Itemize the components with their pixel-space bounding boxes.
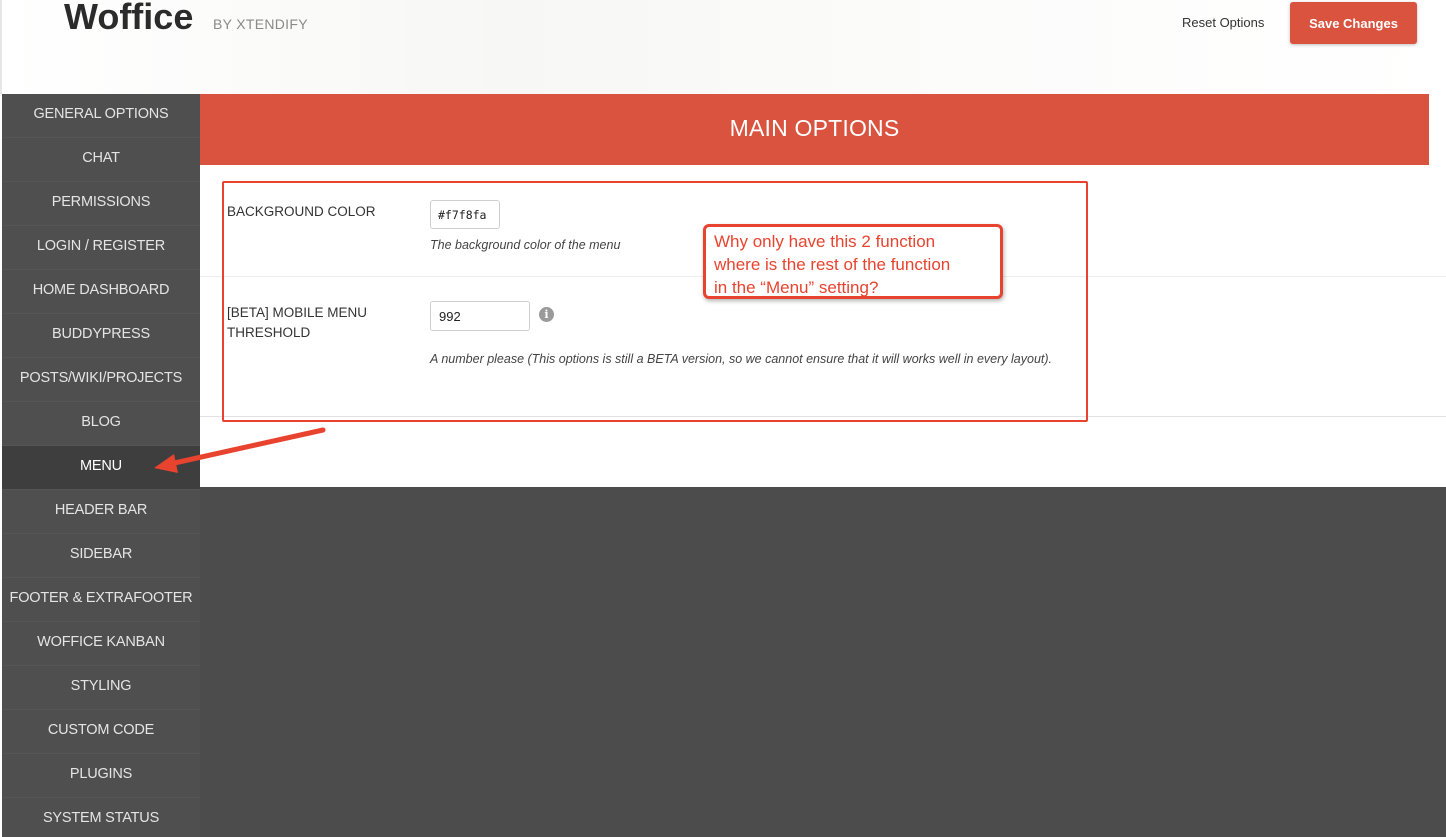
annotation-highlight-box <box>222 181 1088 422</box>
logo: Woffice <box>64 0 194 37</box>
annotation-line1: Why only have this 2 function <box>714 232 936 251</box>
sidebar-item-header-bar[interactable]: HEADER BAR <box>2 490 200 534</box>
sidebar-item-general-options[interactable]: GENERAL OPTIONS <box>2 94 200 138</box>
sidebar-item-posts-wiki-projects[interactable]: POSTS/WIKI/PROJECTS <box>2 358 200 402</box>
page: Woffice BY XTENDIFY Reset Options Save C… <box>0 0 1446 837</box>
sidebar-item-plugins[interactable]: PLUGINS <box>2 754 200 798</box>
sidebar-item-sidebar[interactable]: SIDEBAR <box>2 534 200 578</box>
save-changes-button[interactable]: Save Changes <box>1290 2 1417 44</box>
section-title: MAIN OPTIONS <box>200 94 1429 165</box>
sidebar-item-custom-code[interactable]: CUSTOM CODE <box>2 710 200 754</box>
sidebar-item-buddypress[interactable]: BUDDYPRESS <box>2 314 200 358</box>
sidebar-item-system-status[interactable]: SYSTEM STATUS <box>2 798 200 837</box>
sidebar-item-login-register[interactable]: LOGIN / REGISTER <box>2 226 200 270</box>
top-header: Woffice BY XTENDIFY Reset Options Save C… <box>0 0 1446 94</box>
sidebar-item-footer-extrafooter[interactable]: FOOTER & EXTRAFOOTER <box>2 578 200 622</box>
reset-options-link[interactable]: Reset Options <box>1182 15 1264 30</box>
annotation-line3: in the “Menu” setting? <box>714 278 879 297</box>
annotation-line2: where is the rest of the function <box>714 255 951 274</box>
annotation-callout: Why only have this 2 function where is t… <box>703 224 1003 299</box>
annotation-arrow-icon <box>154 427 326 473</box>
sidebar-item-woffice-kanban[interactable]: WOFFICE KANBAN <box>2 622 200 666</box>
sidebar-item-chat[interactable]: CHAT <box>2 138 200 182</box>
sidebar-item-home-dashboard[interactable]: HOME DASHBOARD <box>2 270 200 314</box>
sidebar-item-styling[interactable]: STYLING <box>2 666 200 710</box>
sidebar-item-permissions[interactable]: PERMISSIONS <box>2 182 200 226</box>
main-empty-area <box>200 487 1446 837</box>
byline: BY XTENDIFY <box>213 16 308 32</box>
